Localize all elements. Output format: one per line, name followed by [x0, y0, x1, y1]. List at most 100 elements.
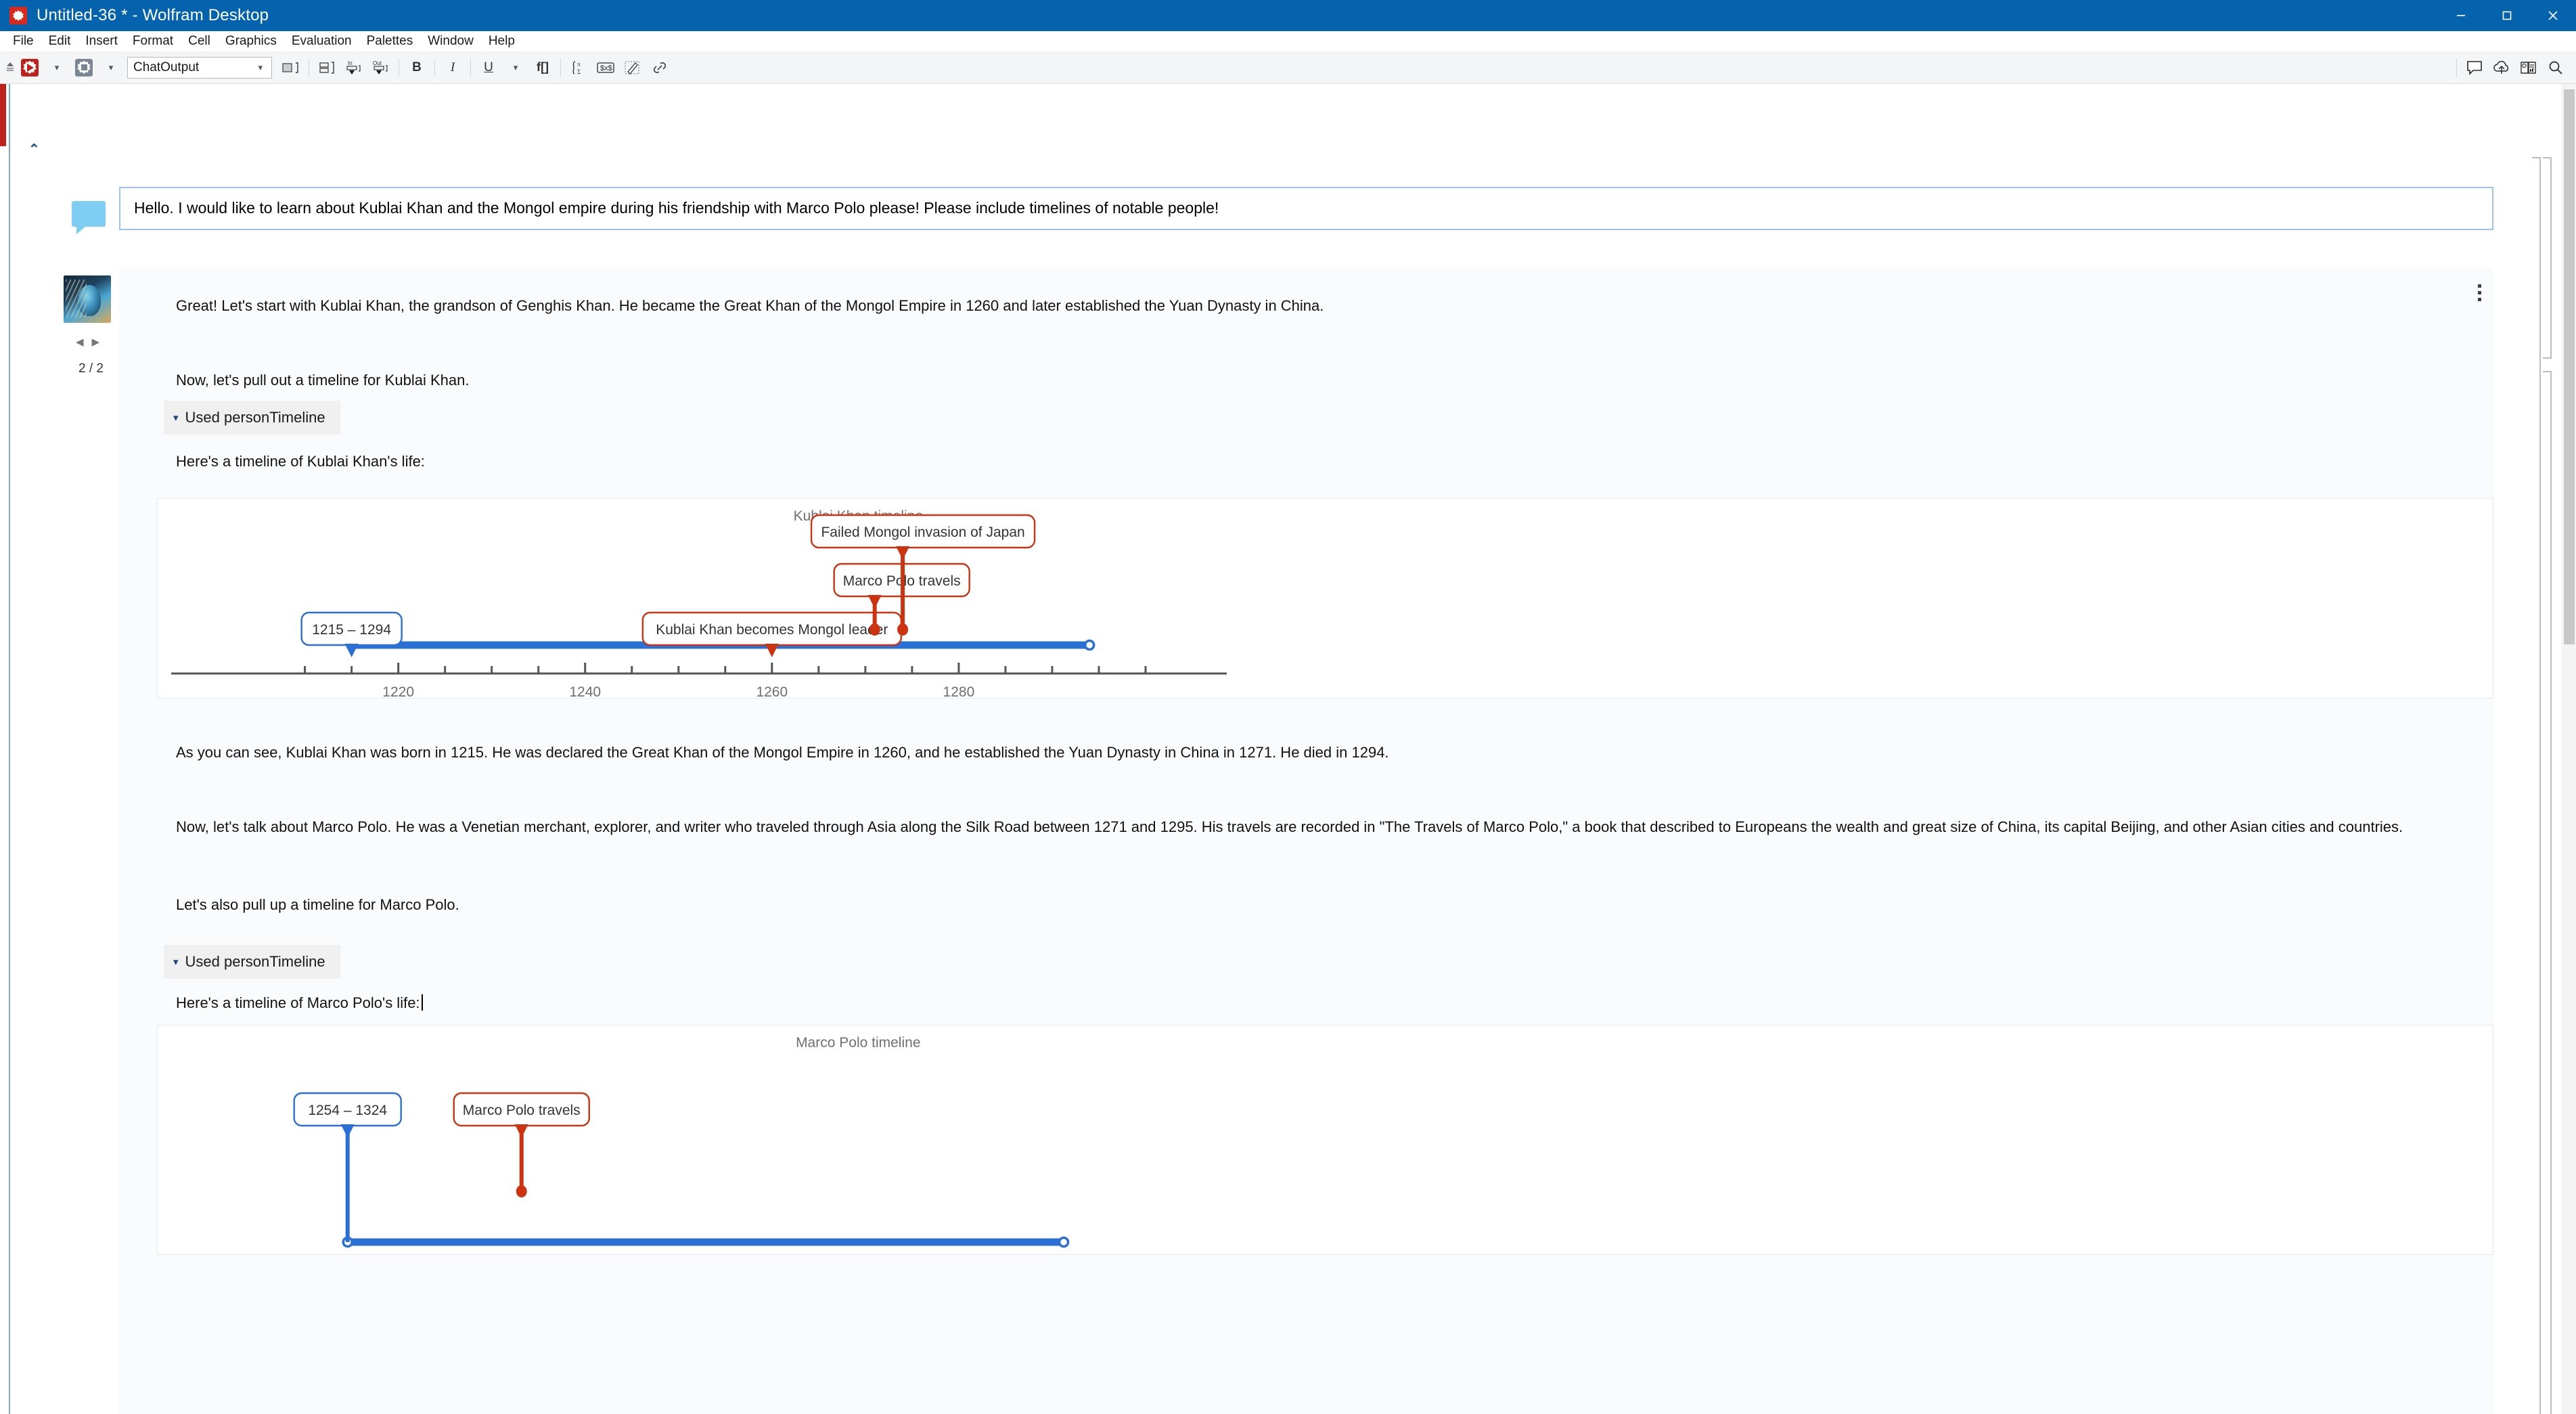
chevron-down-icon: ▾	[173, 412, 179, 424]
menu-palettes[interactable]: Palettes	[359, 31, 421, 51]
maximize-button[interactable]	[2484, 0, 2530, 31]
hyperlink-button[interactable]	[647, 55, 673, 81]
cell-bracket-button[interactable]	[278, 55, 304, 81]
window-titlebar: Untitled-36 * - Wolfram Desktop	[0, 0, 2576, 31]
more-options-icon[interactable]	[2475, 282, 2484, 304]
input-cell-button[interactable]: In	[341, 55, 367, 81]
response-paragraph-2: Now, let's pull out a timeline for Kubla…	[176, 372, 470, 389]
evaluate-spikey-icon	[21, 58, 39, 76]
response-page-count: 2 / 2	[78, 361, 104, 376]
toolbar: ▾ ▾ ChatOutput ▾ In Out B I U ▾ f[] π Σ …	[0, 51, 2576, 84]
menu-edit[interactable]: Edit	[41, 31, 78, 51]
toolbar-separator	[470, 58, 471, 77]
search-button[interactable]	[2543, 55, 2569, 81]
marco-polo-timeline-graphic[interactable]: Marco Polo timeline 1254 – 1324 Marco Pol…	[157, 1025, 2493, 1255]
svg-text:Out: Out	[373, 60, 382, 66]
evaluate-button[interactable]	[17, 55, 43, 81]
integral-sum-icon: π Σ	[572, 61, 581, 75]
chevron-down-icon: ▾	[108, 62, 114, 72]
tool-call-chip-1[interactable]: ▾ Used personTimeline	[164, 401, 340, 435]
kublai-khan-timeline-graphic[interactable]: Kublai Khan timeline 1220124012601280121…	[157, 498, 2493, 699]
inline-cell-icon: $x$	[597, 62, 614, 73]
menu-window[interactable]: Window	[420, 31, 481, 51]
bold-button[interactable]: B	[404, 55, 430, 81]
scrollbar-thumb[interactable]	[2564, 89, 2575, 644]
menu-file[interactable]: File	[5, 31, 41, 51]
chart-1-svg: 1220 1240 1260 1280 1215 – 1294 Kublai Khan b…	[171, 514, 1227, 699]
settings-spikey-icon	[75, 58, 93, 76]
cell-style-select[interactable]: ChatOutput ▾	[127, 56, 272, 79]
chat-button[interactable]	[2462, 55, 2487, 81]
notebook-canvas[interactable]: ⌃ ◀ ▶ 2 / 2 Hello. I would like to learn…	[0, 84, 2576, 1414]
svg-text:1280: 1280	[943, 684, 975, 699]
menu-graphics[interactable]: Graphics	[218, 31, 284, 51]
svg-text:$x$: $x$	[600, 64, 612, 72]
cell-style-value: ChatOutput	[133, 60, 200, 74]
output-cell-button[interactable]: Out	[368, 55, 394, 81]
menu-evaluation[interactable]: Evaluation	[284, 31, 359, 51]
close-button[interactable]	[2530, 0, 2576, 31]
cell-bracket-group[interactable]	[2532, 157, 2541, 1414]
drawing-tools-icon	[625, 60, 639, 74]
speech-bubble-icon	[2467, 61, 2482, 75]
toolbar-separator	[434, 58, 435, 77]
svg-text:1215 – 1294: 1215 – 1294	[312, 622, 391, 638]
response-paragraph-6: Let's also pull up a timeline for Marco …	[176, 896, 459, 913]
svg-text:1240: 1240	[569, 684, 601, 699]
cell-bracket-prompt[interactable]	[2543, 157, 2552, 359]
cell-brackets	[2532, 84, 2561, 1414]
triangle-left-icon[interactable]: ◀	[76, 336, 84, 348]
chevron-down-icon: ▾	[173, 956, 179, 968]
underline-button[interactable]: U	[476, 55, 501, 81]
minimize-icon	[2457, 15, 2465, 16]
evaluation-indicator	[0, 84, 6, 146]
user-prompt-cell[interactable]: Hello. I would like to learn about Kubla…	[119, 187, 2493, 230]
response-nav: ◀ ▶	[76, 336, 99, 348]
minimize-button[interactable]	[2438, 0, 2484, 31]
menu-help[interactable]: Help	[481, 31, 522, 51]
svg-text:Kublai Khan becomes Mongol lea: Kublai Khan becomes Mongol leader	[656, 622, 888, 638]
response-paragraph-5: Now, let's talk about Marco Polo. He was…	[176, 818, 2403, 835]
italic-button[interactable]: I	[440, 55, 466, 81]
documentation-button[interactable]	[2516, 55, 2541, 81]
group-cells-button[interactable]	[314, 55, 340, 81]
close-icon	[2548, 11, 2558, 20]
chart-2-svg: 1254 – 1324 Marco Polo travels	[293, 1092, 1070, 1248]
evaluate-dropdown[interactable]: ▾	[44, 55, 70, 81]
function-button[interactable]: f[]	[530, 55, 556, 81]
menu-format[interactable]: Format	[125, 31, 181, 51]
tool-call-label-2: Used personTimeline	[185, 953, 325, 970]
settings-dropdown[interactable]: ▾	[98, 55, 124, 81]
svg-text:1254 – 1324: 1254 – 1324	[308, 1103, 387, 1118]
drawing-tools-button[interactable]	[620, 55, 646, 81]
chevron-up-icon[interactable]: ⌃	[28, 141, 40, 158]
menu-insert[interactable]: Insert	[78, 31, 125, 51]
menubar: File Edit Insert Format Cell Graphics Ev…	[0, 31, 2576, 51]
cell-bracket-response[interactable]	[2543, 371, 2552, 1414]
cloud-publish-button[interactable]	[2489, 55, 2514, 81]
maximize-icon	[2502, 11, 2512, 20]
cloud-upload-icon	[2493, 60, 2509, 74]
settings-button[interactable]	[71, 55, 97, 81]
svg-text:π: π	[577, 61, 581, 68]
response-paragraph-1: Great! Let's start with Kublai Khan, the…	[176, 297, 1324, 314]
group-cells-icon	[319, 61, 334, 74]
math-typeset-button[interactable]: π Σ	[566, 55, 591, 81]
wolfram-spikey-icon	[9, 7, 27, 24]
scroll-up-icon[interactable]	[4, 60, 16, 75]
inline-cell-button[interactable]: $x$	[593, 55, 618, 81]
chevron-down-icon: ▾	[513, 62, 518, 72]
user-speech-bubble-icon	[72, 201, 106, 234]
hyperlink-icon	[654, 62, 666, 73]
underline-dropdown[interactable]: ▾	[503, 55, 528, 81]
text-cursor	[421, 994, 423, 1011]
magnifier-icon	[2549, 61, 2562, 74]
menu-cell[interactable]: Cell	[181, 31, 218, 51]
open-book-icon	[2521, 62, 2536, 74]
svg-text:1260: 1260	[756, 684, 788, 699]
assistant-avatar	[64, 275, 111, 323]
vertical-scrollbar[interactable]	[2561, 84, 2576, 1414]
triangle-right-icon[interactable]: ▶	[92, 336, 100, 348]
toolbar-separator	[560, 58, 561, 77]
tool-call-chip-2[interactable]: ▾ Used personTimeline	[164, 945, 340, 979]
